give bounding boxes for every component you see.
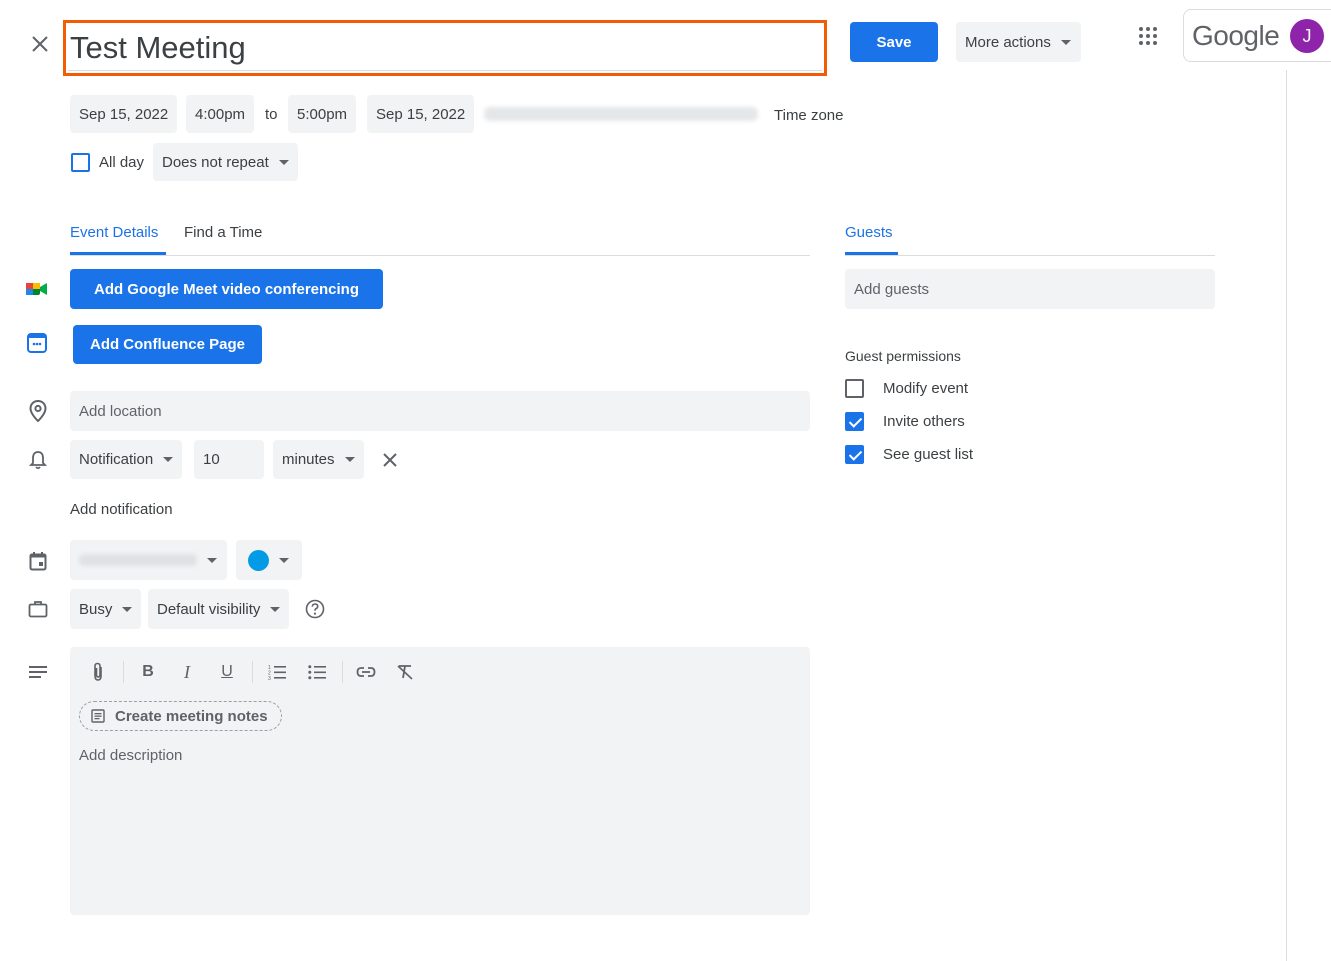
svg-text:3: 3 bbox=[268, 676, 271, 680]
see-guest-list-checkbox[interactable] bbox=[845, 445, 864, 464]
underline-icon[interactable]: U bbox=[215, 660, 239, 684]
notification-unit-dropdown[interactable]: minutes bbox=[273, 440, 364, 479]
guests-divider bbox=[845, 255, 1215, 256]
timezone-button[interactable]: Time zone bbox=[774, 107, 843, 124]
italic-icon[interactable]: I bbox=[175, 660, 199, 684]
chevron-down-icon bbox=[163, 457, 174, 462]
numbered-list-icon[interactable]: 123 bbox=[265, 660, 289, 684]
end-date-chip[interactable]: Sep 15, 2022 bbox=[367, 95, 475, 133]
chevron-down-icon bbox=[278, 159, 289, 165]
add-guests-input[interactable]: Add guests bbox=[845, 269, 1215, 309]
invite-others-label: Invite others bbox=[883, 413, 965, 430]
modify-event-label: Modify event bbox=[883, 380, 969, 397]
notification-type-dropdown[interactable]: Notification bbox=[70, 440, 183, 479]
chevron-down-icon bbox=[279, 557, 289, 563]
avatar[interactable]: J bbox=[1290, 19, 1324, 53]
repeat-dropdown[interactable]: Does not repeat bbox=[153, 143, 298, 181]
toolbar-divider bbox=[123, 661, 124, 683]
start-time-chip[interactable]: 4:00pm bbox=[186, 95, 255, 133]
chevron-down-icon bbox=[1060, 39, 1071, 45]
close-icon[interactable] bbox=[26, 30, 54, 58]
apps-grid-icon[interactable] bbox=[1134, 22, 1162, 50]
attachment-icon[interactable] bbox=[86, 660, 110, 684]
to-label: to bbox=[265, 106, 278, 123]
toolbar-divider bbox=[342, 661, 343, 683]
location-input[interactable]: Add location bbox=[70, 391, 810, 431]
confluence-icon bbox=[25, 331, 49, 355]
bulleted-list-icon[interactable] bbox=[305, 660, 329, 684]
save-button[interactable]: Save bbox=[850, 22, 938, 62]
add-meet-button[interactable]: Add Google Meet video conferencing bbox=[70, 269, 383, 309]
toolbar-divider bbox=[252, 661, 253, 683]
remove-notification-icon[interactable] bbox=[378, 448, 402, 472]
see-guest-list-label: See guest list bbox=[883, 446, 974, 463]
tab-guests[interactable]: Guests bbox=[845, 224, 893, 241]
busy-dropdown[interactable]: Busy bbox=[70, 589, 142, 629]
all-day-checkbox[interactable] bbox=[71, 153, 90, 172]
modify-event-checkbox[interactable] bbox=[845, 379, 864, 398]
remove-formatting-icon[interactable] bbox=[393, 660, 417, 684]
link-icon[interactable] bbox=[354, 660, 378, 684]
all-day-label: All day bbox=[99, 154, 145, 171]
chevron-down-icon bbox=[207, 557, 217, 563]
briefcase-icon bbox=[26, 597, 50, 621]
description-editor[interactable] bbox=[70, 647, 810, 915]
tabs-divider bbox=[70, 255, 810, 256]
create-meeting-notes-button[interactable]: Create meeting notes bbox=[79, 701, 282, 731]
event-color-swatch bbox=[248, 549, 269, 571]
add-notification-link[interactable]: Add notification bbox=[70, 501, 173, 518]
notification-value-input[interactable]: 10 bbox=[194, 440, 264, 479]
location-pin-icon bbox=[26, 399, 50, 423]
chevron-down-icon bbox=[122, 606, 133, 612]
description-placeholder: Add description bbox=[79, 747, 183, 764]
end-time-chip[interactable]: 5:00pm bbox=[288, 95, 357, 133]
invite-others-checkbox[interactable] bbox=[845, 412, 864, 431]
visibility-dropdown[interactable]: Default visibility bbox=[148, 589, 290, 629]
chevron-down-icon bbox=[344, 457, 355, 462]
account-box[interactable]: Google J bbox=[1183, 9, 1331, 62]
tab-event-details[interactable]: Event Details bbox=[70, 224, 158, 241]
description-icon bbox=[26, 660, 50, 684]
calendar-icon bbox=[26, 549, 50, 573]
tab-find-time[interactable]: Find a Time bbox=[184, 224, 262, 241]
event-color-dropdown[interactable] bbox=[236, 540, 302, 580]
add-confluence-button[interactable]: Add Confluence Page bbox=[73, 325, 262, 364]
title-input[interactable] bbox=[68, 25, 822, 71]
document-icon bbox=[91, 709, 105, 723]
start-date-chip[interactable]: Sep 15, 2022 bbox=[70, 95, 178, 133]
timezone-blurred bbox=[484, 107, 758, 121]
calendar-dropdown[interactable] bbox=[70, 540, 227, 580]
chevron-down-icon bbox=[270, 606, 281, 612]
bell-icon bbox=[26, 448, 50, 472]
google-meet-icon bbox=[25, 279, 49, 299]
bold-icon[interactable]: B bbox=[136, 660, 160, 684]
side-divider bbox=[1286, 70, 1287, 961]
more-actions-button[interactable]: More actions bbox=[956, 22, 1081, 62]
guest-permissions-title: Guest permissions bbox=[845, 348, 961, 364]
google-logo: Google bbox=[1192, 20, 1280, 51]
calendar-name-blurred bbox=[79, 554, 197, 566]
help-icon[interactable] bbox=[303, 597, 327, 621]
